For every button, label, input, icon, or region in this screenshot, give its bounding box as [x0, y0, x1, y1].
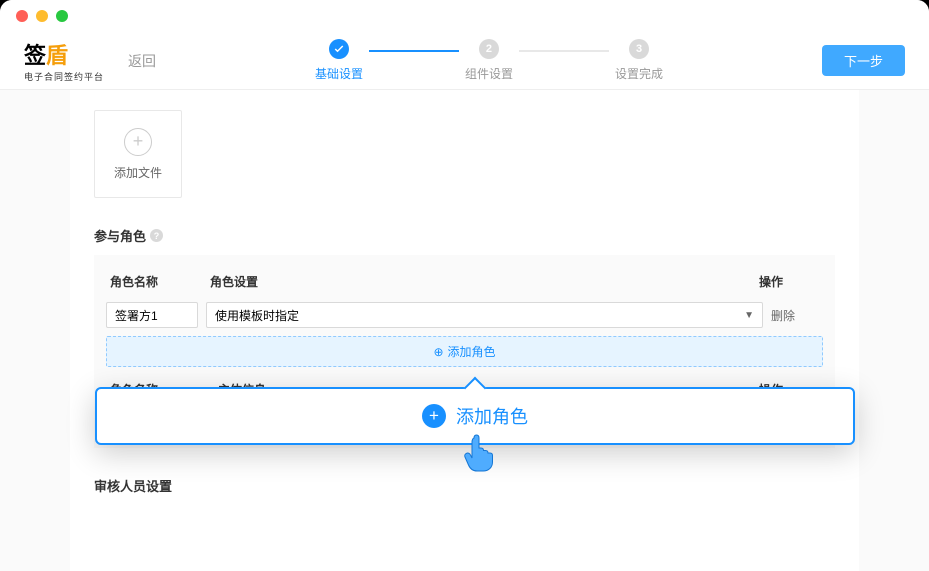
- next-button[interactable]: 下一步: [822, 45, 905, 76]
- window-maximize-icon[interactable]: [56, 10, 68, 22]
- role-name-input[interactable]: [106, 302, 198, 328]
- window-close-icon[interactable]: [16, 10, 28, 22]
- role-row: 使用模板时指定 ▼ 删除: [106, 302, 823, 328]
- step-basic: 基础设置: [315, 39, 363, 82]
- callout-text: 添加角色: [456, 403, 528, 429]
- back-link[interactable]: 返回: [128, 51, 156, 71]
- step-connector: [519, 50, 609, 52]
- plus-icon: +: [422, 404, 446, 428]
- step-components: 2 组件设置: [465, 39, 513, 82]
- logo-subtitle: 电子合同签约平台: [24, 70, 104, 83]
- logo: 签盾 电子合同签约平台: [24, 38, 104, 83]
- col-operation: 操作: [759, 273, 819, 290]
- add-role-label: 添加角色: [448, 343, 496, 360]
- app-window: 签盾 电子合同签约平台 返回 基础设置 2 组件设置 3 设置完成 下一步: [0, 0, 929, 571]
- window-minimize-icon[interactable]: [36, 10, 48, 22]
- app-header: 签盾 电子合同签约平台 返回 基础设置 2 组件设置 3 设置完成 下一步: [0, 32, 929, 90]
- form-panel: + 添加文件 参与角色 ? 角色名称 角色设置 操作 使用模板时指定 ▼: [70, 90, 859, 571]
- role-setting-select[interactable]: 使用模板时指定 ▼: [206, 302, 763, 328]
- step-number-icon: 2: [479, 39, 499, 59]
- participants-title: 参与角色 ?: [94, 226, 835, 245]
- chevron-down-icon: ▼: [744, 310, 754, 321]
- delete-role-link[interactable]: 删除: [771, 307, 823, 324]
- add-file-button[interactable]: + 添加文件: [94, 110, 182, 198]
- content-area: + 添加文件 参与角色 ? 角色名称 角色设置 操作 使用模板时指定 ▼: [0, 90, 929, 571]
- add-file-label: 添加文件: [114, 164, 162, 181]
- plus-icon: +: [124, 128, 152, 156]
- step-indicator: 基础设置 2 组件设置 3 设置完成: [156, 39, 822, 82]
- col-role-setting: 角色设置: [210, 273, 759, 290]
- step-number-icon: 3: [629, 39, 649, 59]
- roles-header: 角色名称 角色设置 操作: [106, 267, 823, 302]
- reviewer-title: 审核人员设置: [94, 476, 835, 495]
- col-role-name: 角色名称: [110, 273, 210, 290]
- step-connector: [369, 50, 459, 52]
- plus-circle-icon: ⊕: [433, 345, 443, 359]
- logo-text-a: 签: [24, 38, 46, 70]
- step-check-icon: [329, 39, 349, 59]
- step-complete: 3 设置完成: [615, 39, 663, 82]
- pointer-hand-icon: [460, 432, 496, 474]
- window-titlebar: [0, 0, 929, 32]
- help-icon[interactable]: ?: [150, 229, 163, 242]
- logo-text-b: 盾: [46, 38, 68, 70]
- add-role-button[interactable]: ⊕ 添加角色: [106, 336, 823, 367]
- role-setting-value: 使用模板时指定: [215, 307, 299, 324]
